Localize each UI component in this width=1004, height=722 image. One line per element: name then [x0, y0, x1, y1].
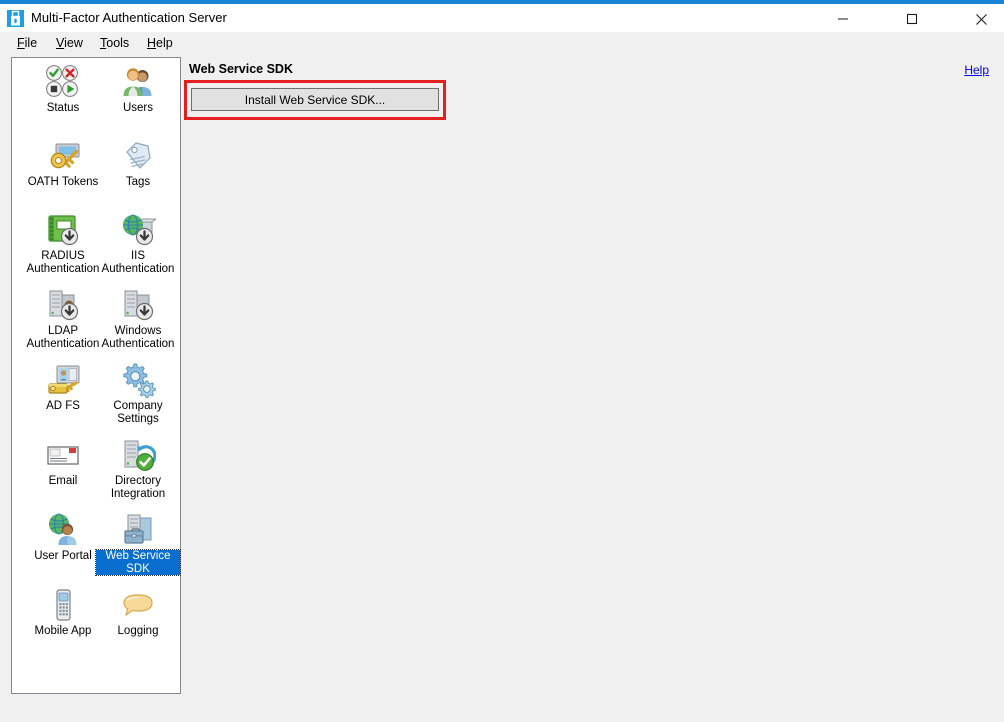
- menu-view-rest: iew: [64, 36, 83, 50]
- mfa-lock-icon: [7, 10, 24, 27]
- sidebar-item-ldap-authentication[interactable]: LDAP Authentication: [21, 287, 105, 350]
- email-icon: [45, 437, 81, 473]
- title-bar: Multi-Factor Authentication Server: [0, 4, 1004, 32]
- menu-view-accel: V: [56, 36, 64, 50]
- sidebar-item-label: OATH Tokens: [27, 176, 100, 189]
- sidebar-item-user-portal[interactable]: User Portal: [21, 512, 105, 563]
- menu-tools-rest: ools: [106, 36, 129, 50]
- iis-authentication-icon: [120, 212, 156, 248]
- windows-authentication-icon: [120, 287, 156, 323]
- sidebar-item-windows-authentication[interactable]: Windows Authentication: [96, 287, 180, 350]
- sidebar-item-label: Logging: [117, 625, 160, 638]
- ldap-authentication-icon: [45, 287, 81, 323]
- sidebar-item-mobile-app[interactable]: Mobile App: [21, 587, 105, 638]
- sidebar-item-label: Status: [46, 102, 81, 115]
- install-web-service-sdk-button[interactable]: Install Web Service SDK...: [191, 88, 439, 111]
- sidebar-item-label: IIS Authentication: [96, 250, 180, 275]
- menu-help-rest: elp: [156, 36, 173, 50]
- page-title: Web Service SDK: [189, 62, 293, 76]
- sidebar-icon-grid: Status Users: [12, 58, 180, 693]
- maximize-button[interactable]: [889, 4, 935, 34]
- sidebar-item-directory-integration[interactable]: Directory Integration: [96, 437, 180, 500]
- menu-bar: File View Tools Help: [0, 32, 1004, 54]
- company-settings-icon: [120, 362, 156, 398]
- menu-help-accel: H: [147, 36, 156, 50]
- sidebar-item-label: Directory Integration: [96, 475, 180, 500]
- window-title: Multi-Factor Authentication Server: [31, 8, 227, 28]
- sidebar-item-label: Web Service SDK: [96, 550, 180, 575]
- sidebar-item-tags[interactable]: Tags: [96, 138, 180, 189]
- sidebar-item-oath-tokens[interactable]: OATH Tokens: [21, 138, 105, 189]
- maximize-icon: [906, 13, 918, 25]
- oath-tokens-icon: [45, 138, 81, 174]
- sidebar-item-label: Windows Authentication: [96, 325, 180, 350]
- sidebar-item-label: User Portal: [33, 550, 93, 563]
- sidebar-item-status[interactable]: Status: [21, 64, 105, 115]
- help-link[interactable]: Help: [964, 63, 989, 77]
- minimize-button[interactable]: [820, 4, 866, 34]
- sidebar-navigation-panel[interactable]: Status Users: [11, 57, 181, 694]
- sidebar-item-label: LDAP Authentication: [21, 325, 105, 350]
- sidebar-item-label: Mobile App: [34, 625, 93, 638]
- sidebar-item-logging[interactable]: Logging: [96, 587, 180, 638]
- sidebar-item-company-settings[interactable]: Company Settings: [96, 362, 180, 425]
- tags-icon: [120, 138, 156, 174]
- web-service-sdk-icon: [120, 512, 156, 548]
- menu-file-accel: F: [17, 36, 25, 50]
- adfs-icon: [45, 362, 81, 398]
- sidebar-item-label: Tags: [125, 176, 151, 189]
- sidebar-item-label: RADIUS Authentication: [21, 250, 105, 275]
- users-icon: [120, 64, 156, 100]
- user-portal-icon: [45, 512, 81, 548]
- mobile-app-icon: [45, 587, 81, 623]
- logging-icon: [120, 587, 156, 623]
- sidebar-item-adfs[interactable]: AD FS: [21, 362, 105, 413]
- sidebar-item-label: Users: [122, 102, 154, 115]
- menu-item-help[interactable]: Help: [140, 32, 180, 54]
- sidebar-item-radius-authentication[interactable]: RADIUS Authentication: [21, 212, 105, 275]
- minimize-icon: [837, 13, 849, 25]
- sidebar-item-label: AD FS: [45, 400, 81, 413]
- sidebar-item-users[interactable]: Users: [96, 64, 180, 115]
- app-window: Multi-Factor Authentication Server File …: [0, 0, 1004, 722]
- sidebar-item-email[interactable]: Email: [21, 437, 105, 488]
- sidebar-item-iis-authentication[interactable]: IIS Authentication: [96, 212, 180, 275]
- status-icon: [45, 64, 81, 100]
- close-icon: [975, 13, 988, 26]
- sidebar-item-label: Email: [48, 475, 79, 488]
- menu-item-tools[interactable]: Tools: [93, 32, 136, 54]
- menu-item-view[interactable]: View: [49, 32, 90, 54]
- close-button[interactable]: [958, 4, 1004, 34]
- directory-integration-icon: [120, 437, 156, 473]
- radius-authentication-icon: [45, 212, 81, 248]
- menu-item-file[interactable]: File: [10, 32, 44, 54]
- sidebar-item-web-service-sdk[interactable]: Web Service SDK: [96, 512, 180, 575]
- sidebar-item-label: Company Settings: [96, 400, 180, 425]
- menu-file-rest: ile: [25, 36, 38, 50]
